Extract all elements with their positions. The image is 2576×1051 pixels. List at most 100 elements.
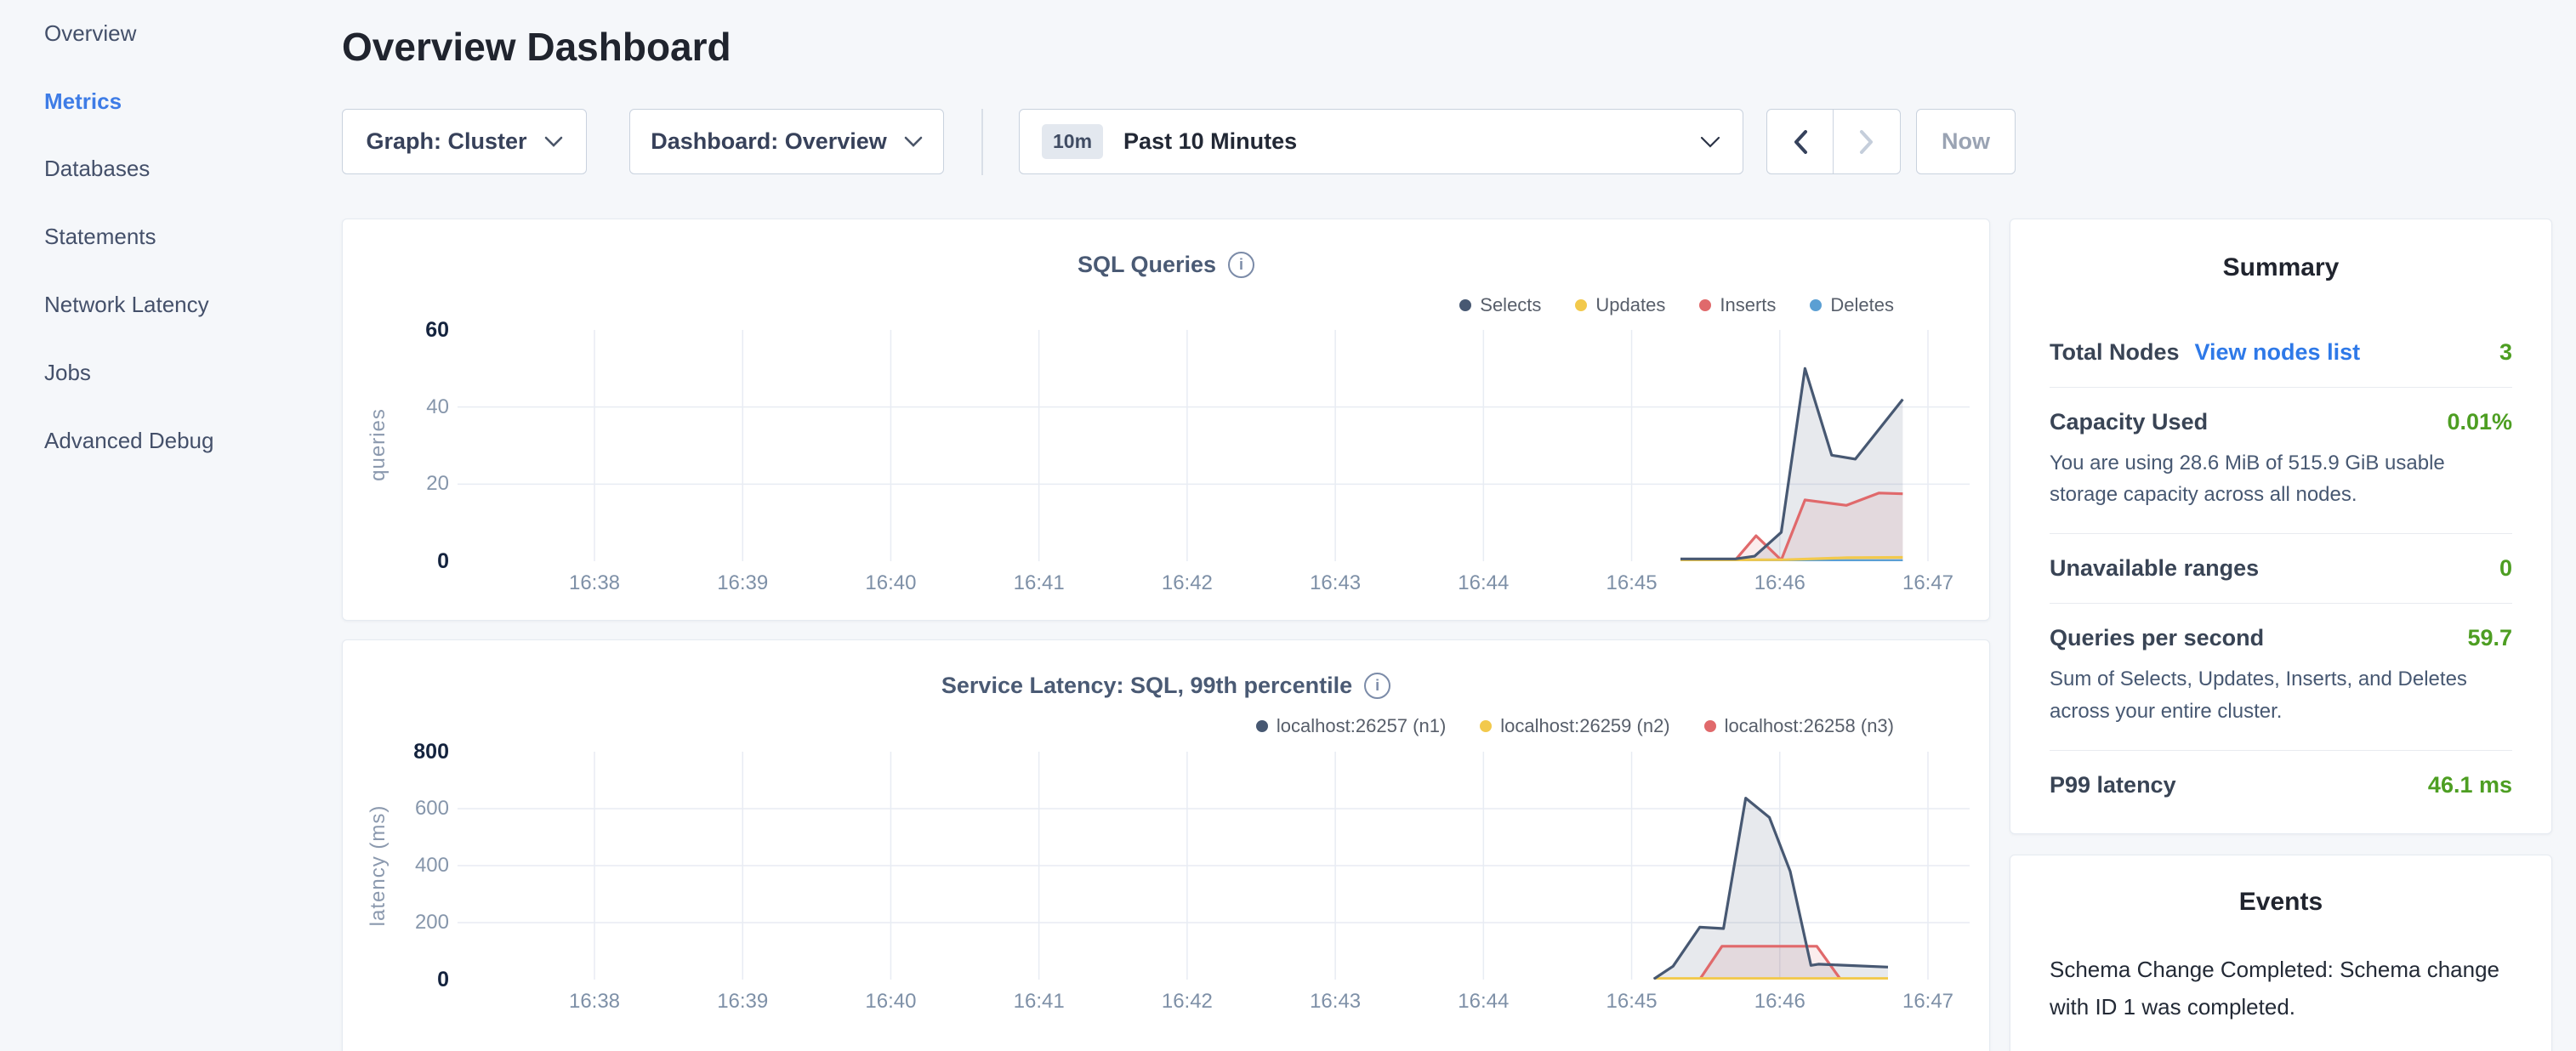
x-tick-label: 16:43	[1284, 990, 1386, 1014]
toolbar-divider	[981, 109, 983, 175]
sidebar-item-overview[interactable]: Overview	[44, 19, 136, 48]
x-tick-label: 16:42	[1136, 990, 1238, 1014]
legend-dot-icon	[1575, 299, 1587, 311]
chevron-down-icon	[544, 136, 563, 147]
plot-area[interactable]	[458, 330, 1970, 561]
plot-area[interactable]	[458, 752, 1970, 980]
x-tick-label: 16:39	[691, 571, 793, 595]
sidebar-item-network-latency[interactable]: Network Latency	[44, 290, 209, 319]
summary-row-capacity-used: Capacity Used 0.01% You are using 28.6 M…	[2050, 388, 2512, 534]
info-icon[interactable]: i	[1228, 252, 1254, 278]
page-title: Overview Dashboard	[342, 24, 731, 70]
x-tick-label: 16:38	[543, 990, 645, 1014]
event-message: Schema Change Completed: Schema change w…	[2050, 951, 2512, 1025]
y-tick-label: 60	[364, 318, 449, 343]
legend-label: Updates	[1595, 294, 1665, 316]
summary-row-label: Unavailable ranges	[2050, 555, 2259, 582]
legend-item[interactable]: localhost:26259 (n2)	[1480, 715, 1669, 737]
chevron-down-icon	[904, 136, 923, 147]
x-tick-label: 16:47	[1877, 990, 1979, 1014]
chevron-left-icon	[1792, 128, 1809, 156]
chart-canvas	[458, 752, 1970, 980]
sidebar: Overview Metrics Databases Statements Ne…	[0, 0, 340, 1051]
legend-item[interactable]: localhost:26258 (n3)	[1704, 715, 1894, 737]
x-tick-label: 16:41	[988, 990, 1090, 1014]
graph-dropdown[interactable]: Graph: Cluster	[342, 109, 587, 174]
sidebar-item-jobs[interactable]: Jobs	[44, 358, 91, 387]
legend-dot-icon	[1699, 299, 1711, 311]
y-tick-label: 20	[364, 472, 449, 496]
summary-row-value: 0	[2499, 555, 2512, 582]
graph-dropdown-label: Graph: Cluster	[366, 128, 526, 155]
sidebar-item-advanced-debug[interactable]: Advanced Debug	[44, 426, 213, 455]
now-button[interactable]: Now	[1916, 109, 2016, 174]
legend-item[interactable]: Deletes	[1810, 294, 1894, 316]
dashboard-dropdown-label: Dashboard: Overview	[651, 128, 887, 155]
page: Overview Metrics Databases Statements Ne…	[0, 0, 2576, 1051]
summary-row-label: P99 latency	[2050, 772, 2176, 798]
summary-row-p99-latency: P99 latency 46.1 ms	[2050, 751, 2512, 820]
x-tick-label: 16:40	[839, 571, 941, 595]
chart-legend: Selects Updates Inserts Deletes	[1459, 294, 1894, 316]
sidebar-item-databases[interactable]: Databases	[44, 154, 150, 183]
x-tick-label: 16:41	[988, 571, 1090, 595]
summary-row-label: Capacity Used	[2050, 409, 2208, 435]
summary-row-label: Queries per second	[2050, 625, 2264, 651]
legend-dot-icon	[1704, 720, 1716, 732]
legend-label: Deletes	[1830, 294, 1894, 316]
y-tick-label: 600	[364, 797, 449, 821]
time-window-badge: 10m	[1042, 124, 1103, 159]
event-list-item[interactable]: Schema Change Completed: Schema change w…	[2050, 951, 2512, 1051]
legend-item[interactable]: Selects	[1459, 294, 1541, 316]
time-pager	[1766, 109, 1901, 174]
legend-label: Selects	[1480, 294, 1541, 316]
legend-dot-icon	[1810, 299, 1822, 311]
x-tick-label: 16:44	[1432, 571, 1534, 595]
chevron-right-icon	[1858, 128, 1875, 156]
x-tick-label: 16:43	[1284, 571, 1386, 595]
event-timestamp: May 13, 2020 at 4:45 PM	[2050, 1048, 2512, 1051]
x-tick-label: 16:40	[839, 990, 941, 1014]
series-area-localhost-26257-n1-	[1654, 798, 1888, 980]
y-tick-label: 800	[364, 740, 449, 764]
chart-legend: localhost:26257 (n1) localhost:26259 (n2)…	[1256, 715, 1894, 737]
chart-title: Service Latency: SQL, 99th percentile	[941, 673, 1352, 699]
chart-title: SQL Queries	[1078, 252, 1216, 278]
summary-row-total-nodes: Total Nodes View nodes list 3	[2050, 318, 2512, 388]
time-window-selector[interactable]: 10m Past 10 Minutes	[1019, 109, 1743, 174]
time-window-label: Past 10 Minutes	[1123, 128, 1297, 155]
summary-panel: Summary Total Nodes View nodes list 3 Ca…	[2010, 219, 2552, 834]
legend-label: localhost:26259 (n2)	[1500, 715, 1669, 737]
dashboard-dropdown[interactable]: Dashboard: Overview	[629, 109, 944, 174]
sidebar-item-statements[interactable]: Statements	[44, 222, 156, 251]
chart-canvas	[458, 330, 1970, 561]
info-icon[interactable]: i	[1364, 673, 1390, 699]
y-tick-label: 200	[364, 911, 449, 935]
x-tick-label: 16:38	[543, 571, 645, 595]
legend-item[interactable]: Inserts	[1699, 294, 1776, 316]
legend-label: localhost:26257 (n1)	[1277, 715, 1446, 737]
y-tick-label: 0	[364, 549, 449, 574]
summary-row-value: 46.1 ms	[2428, 772, 2512, 798]
events-panel: Events Schema Change Completed: Schema c…	[2010, 855, 2552, 1051]
legend-item[interactable]: Updates	[1575, 294, 1665, 316]
x-tick-label: 16:42	[1136, 571, 1238, 595]
time-next-button[interactable]	[1834, 110, 1900, 173]
x-tick-label: 16:39	[691, 990, 793, 1014]
y-tick-label: 400	[364, 854, 449, 878]
legend-label: localhost:26258 (n3)	[1725, 715, 1894, 737]
events-title: Events	[2050, 888, 2512, 917]
summary-row-description: Sum of Selects, Updates, Inserts, and De…	[2050, 663, 2512, 726]
sql-queries-chart-panel: SQL Queries i Selects Updates Inserts Delet…	[342, 219, 1990, 621]
x-tick-label: 16:45	[1581, 571, 1683, 595]
summary-row-label: Total Nodes	[2050, 339, 2180, 366]
view-nodes-link[interactable]: View nodes list	[2195, 339, 2361, 366]
summary-row-value: 59.7	[2467, 625, 2512, 651]
sidebar-item-metrics[interactable]: Metrics	[44, 87, 122, 116]
time-prev-button[interactable]	[1767, 110, 1834, 173]
y-axis-label: queries	[367, 317, 390, 572]
legend-item[interactable]: localhost:26257 (n1)	[1256, 715, 1446, 737]
legend-dot-icon	[1480, 720, 1492, 732]
summary-row-value: 3	[2499, 339, 2512, 366]
summary-row-value: 0.01%	[2447, 409, 2512, 435]
